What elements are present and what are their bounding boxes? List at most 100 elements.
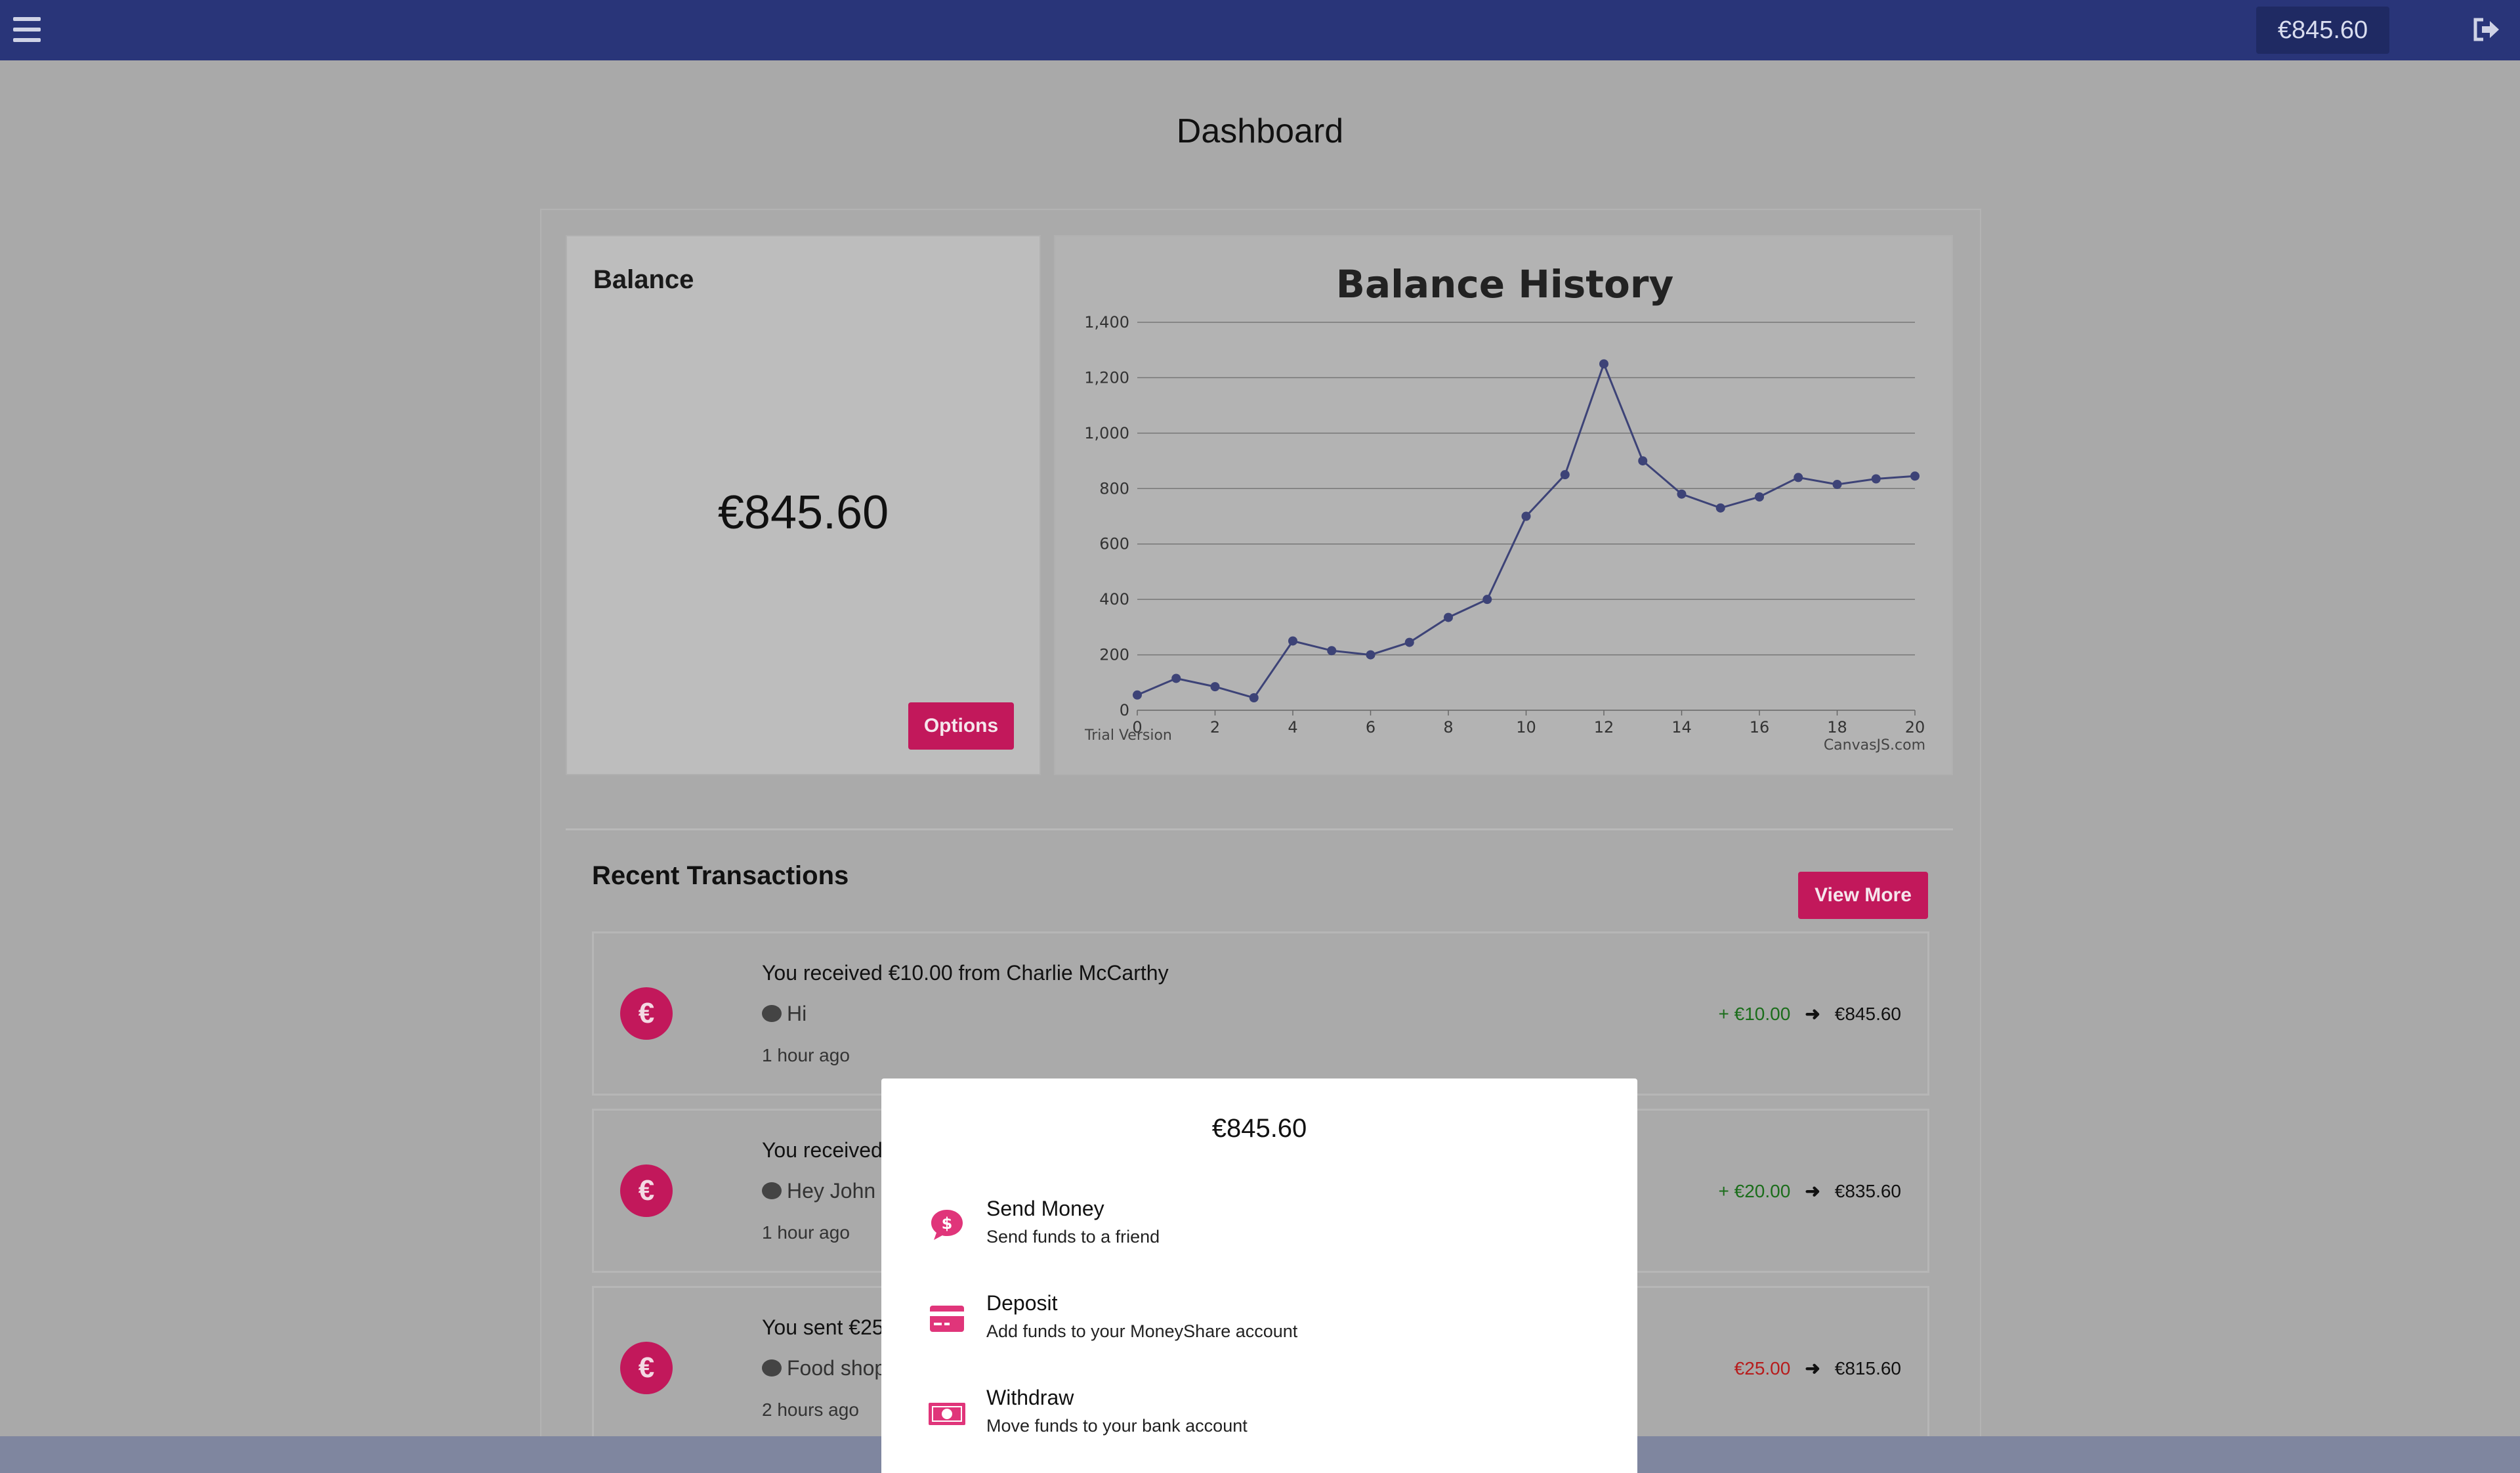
- page-title: Dashboard: [1176, 112, 1344, 150]
- transaction-time: 2 hours ago: [762, 1399, 859, 1420]
- transaction-change: + €10.00: [1718, 1004, 1791, 1024]
- section-divider: [566, 828, 1953, 830]
- x-tick-label: 14: [1671, 718, 1692, 736]
- data-point[interactable]: [1715, 503, 1725, 513]
- topbar-balance[interactable]: €845.60: [2256, 7, 2389, 54]
- transaction-message-text: Hi: [787, 1002, 807, 1025]
- transaction-title: You received €10.00 from Charlie McCarth…: [762, 961, 1169, 985]
- y-tick-label: 1,000: [1084, 424, 1129, 442]
- y-tick-label: 400: [1099, 590, 1129, 608]
- x-tick-label: 10: [1516, 718, 1536, 736]
- transaction-amounts: + €10.00 ➜ €845.60: [1719, 1003, 1901, 1025]
- svg-text:$: $: [942, 1214, 953, 1233]
- message-bubble-icon: [762, 1182, 782, 1199]
- data-point[interactable]: [1366, 650, 1376, 660]
- option-title: Withdraw: [986, 1386, 1074, 1409]
- y-tick-label: 1,400: [1084, 313, 1129, 331]
- balance-amount: €845.60: [717, 486, 889, 539]
- y-tick-label: 200: [1099, 646, 1129, 664]
- data-point[interactable]: [1638, 456, 1648, 466]
- message-bubble-icon: [762, 1005, 782, 1022]
- y-tick-label: 0: [1120, 701, 1129, 719]
- transaction-amounts: €25.00 ➜ €815.60: [1734, 1357, 1901, 1379]
- modal-balance-amount: €845.60: [1211, 1114, 1307, 1143]
- data-point[interactable]: [1677, 489, 1687, 499]
- transaction-title: You received: [762, 1138, 883, 1162]
- transaction-time: 1 hour ago: [762, 1045, 850, 1065]
- arrow-right-icon: ➜: [1805, 1358, 1820, 1378]
- hamburger-menu-icon[interactable]: [13, 14, 41, 45]
- data-point[interactable]: [1133, 690, 1142, 700]
- data-point[interactable]: [1249, 693, 1259, 703]
- transaction-message-text: Hey John: [787, 1179, 876, 1203]
- withdraw-option[interactable]: Withdraw Move funds to your bank account: [881, 1370, 1637, 1459]
- option-subtitle: Add funds to your MoneyShare account: [986, 1321, 1298, 1341]
- euro-icon: €: [620, 1342, 673, 1394]
- option-subtitle: Send funds to a friend: [986, 1227, 1160, 1247]
- option-title: Send Money: [986, 1197, 1104, 1220]
- credit-card-icon: [930, 1306, 964, 1332]
- y-tick-label: 800: [1099, 479, 1129, 498]
- transaction-resulting-balance: €845.60: [1834, 1004, 1901, 1024]
- transaction-change: €25.00: [1734, 1358, 1791, 1378]
- data-point[interactable]: [1832, 479, 1842, 489]
- x-tick-label: 4: [1288, 718, 1297, 736]
- data-point[interactable]: [1910, 471, 1920, 481]
- view-more-button[interactable]: View More: [1798, 872, 1928, 919]
- balance-history-chart: Balance History 0 200 400 600 800 1,000 1,200 1…: [1054, 235, 1953, 775]
- trial-version-text: Trial Version: [1084, 727, 1172, 744]
- chart-svg: Balance History 0 200 400 600 800 1,000 1,200 1…: [1084, 262, 1925, 754]
- options-button[interactable]: Options: [908, 702, 1014, 750]
- transaction-title: You sent €25: [762, 1315, 884, 1339]
- y-tick-label: 1,200: [1084, 368, 1129, 387]
- send-money-option[interactable]: $ Send Money Send funds to a friend: [881, 1181, 1637, 1270]
- data-point[interactable]: [1482, 595, 1492, 605]
- transaction-resulting-balance: €835.60: [1834, 1181, 1901, 1201]
- data-point[interactable]: [1871, 474, 1881, 484]
- y-tick-label: 600: [1099, 535, 1129, 553]
- transaction-message: Food shop: [762, 1356, 886, 1380]
- data-point[interactable]: [1755, 492, 1764, 502]
- message-bubble-icon: [762, 1359, 782, 1377]
- cash-icon: [929, 1403, 965, 1425]
- euro-icon: €: [620, 987, 673, 1040]
- x-tick-label: 6: [1366, 718, 1376, 736]
- recent-transactions-heading: Recent Transactions: [592, 861, 849, 890]
- balance-options-modal: €845.60 $ Send Money Send funds to a fri…: [881, 1078, 1637, 1473]
- data-point[interactable]: [1444, 612, 1453, 622]
- transaction-time: 1 hour ago: [762, 1222, 850, 1243]
- data-point[interactable]: [1794, 473, 1803, 482]
- transaction-message: Hey John: [762, 1179, 875, 1203]
- option-subtitle: Move funds to your bank account: [986, 1416, 1248, 1436]
- data-point[interactable]: [1171, 673, 1181, 683]
- euro-icon: €: [620, 1164, 673, 1217]
- transaction-message: Hi: [762, 1002, 807, 1026]
- chart-title: Balance History: [1336, 262, 1674, 307]
- transaction-change: + €20.00: [1718, 1181, 1791, 1201]
- transaction-resulting-balance: €815.60: [1834, 1358, 1901, 1378]
- arrow-right-icon: ➜: [1805, 1181, 1820, 1201]
- data-point[interactable]: [1599, 359, 1608, 369]
- transaction-row[interactable]: € You received €10.00 from Charlie McCar…: [592, 931, 1929, 1096]
- option-title: Deposit: [986, 1291, 1058, 1315]
- data-point[interactable]: [1327, 646, 1337, 656]
- arrow-right-icon: ➜: [1805, 1004, 1820, 1024]
- x-tick-label: 18: [1827, 718, 1847, 736]
- x-tick-label: 8: [1443, 718, 1453, 736]
- transaction-message-text: Food shop: [787, 1356, 887, 1380]
- data-point[interactable]: [1404, 637, 1414, 647]
- balance-heading: Balance: [593, 265, 694, 294]
- balance-card: Balance €845.60 Options: [566, 235, 1041, 775]
- x-tick-label: 12: [1594, 718, 1614, 736]
- page: €845.60 Dashboard Balance €845.60 Option…: [0, 0, 2520, 1473]
- logout-icon[interactable]: [2473, 17, 2502, 42]
- data-point[interactable]: [1560, 470, 1570, 480]
- deposit-option[interactable]: Deposit Add funds to your MoneyShare acc…: [881, 1275, 1637, 1365]
- canvasjs-credit[interactable]: CanvasJS.com: [1824, 737, 1925, 754]
- transaction-amounts: + €20.00 ➜ €835.60: [1719, 1180, 1901, 1202]
- data-point[interactable]: [1288, 636, 1297, 646]
- x-tick-label: 20: [1905, 718, 1925, 736]
- data-point[interactable]: [1521, 511, 1531, 521]
- data-point[interactable]: [1210, 682, 1220, 692]
- top-bar: €845.60: [0, 0, 2520, 60]
